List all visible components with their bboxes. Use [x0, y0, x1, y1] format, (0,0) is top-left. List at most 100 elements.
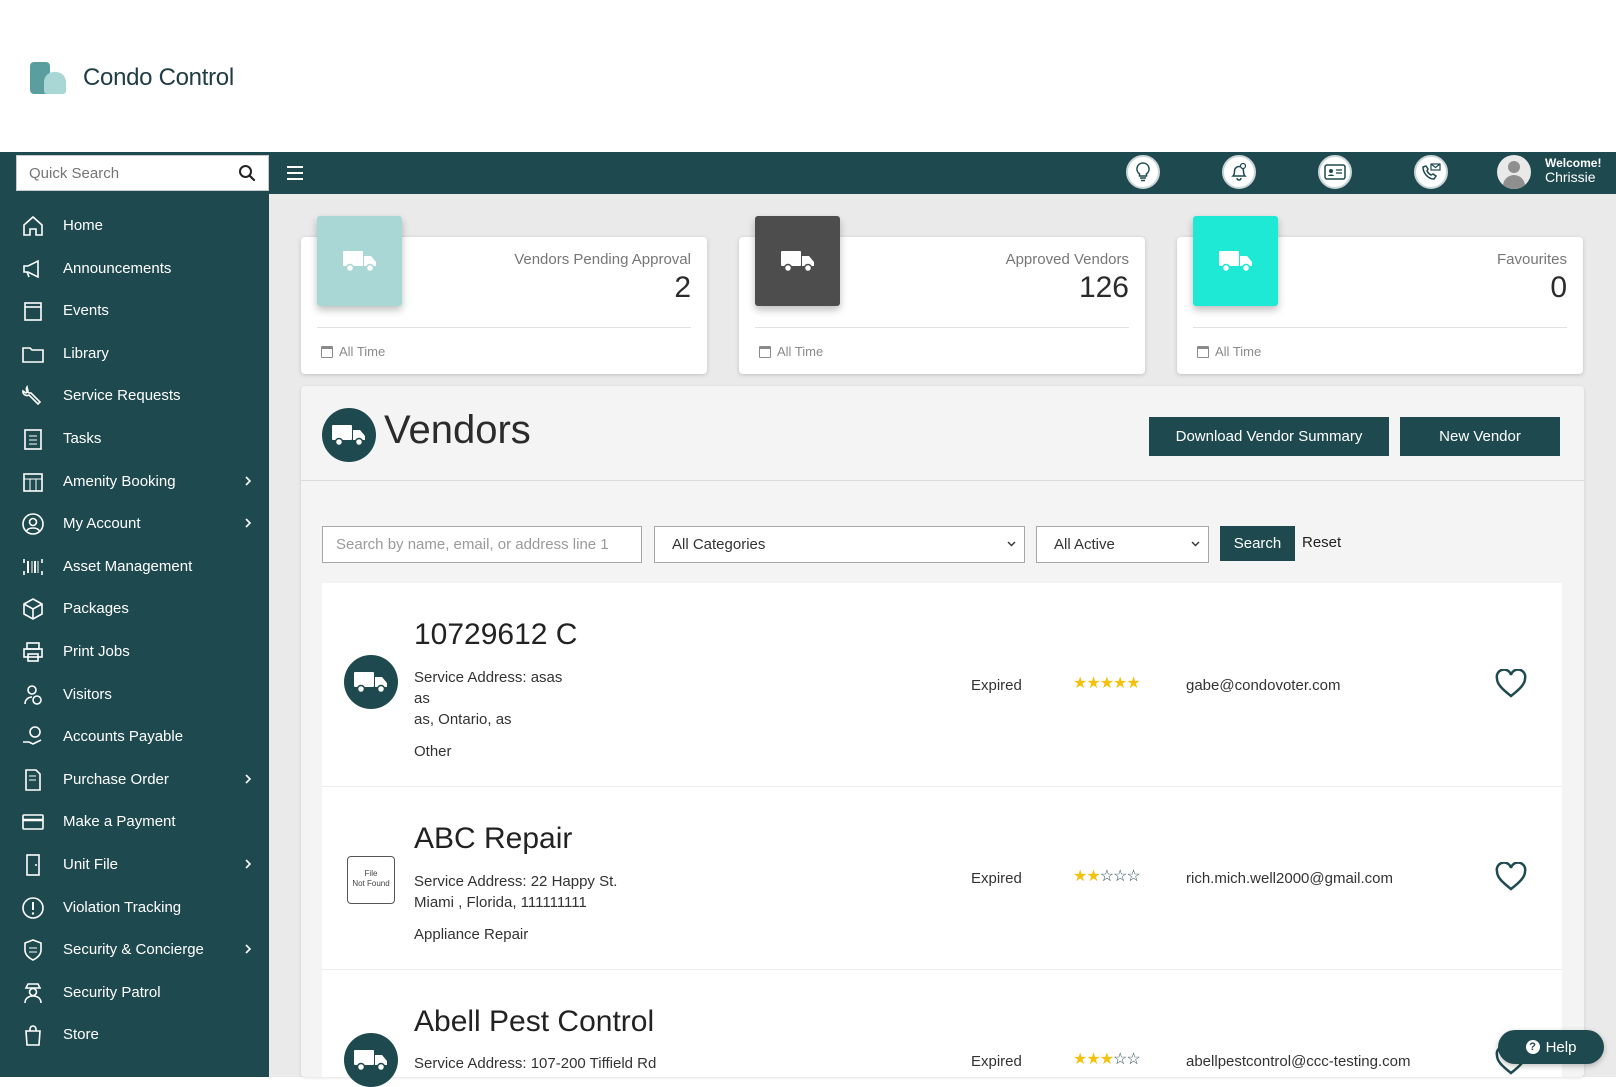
- star-empty-icon: ☆: [1126, 868, 1140, 885]
- sidebar-item-security-patrol[interactable]: Security Patrol: [0, 973, 269, 1013]
- search-icon[interactable]: [238, 164, 256, 182]
- sidebar-item-announcements[interactable]: Announcements: [0, 249, 269, 289]
- door-icon: [26, 854, 40, 876]
- star-filled-icon: ★: [1113, 675, 1127, 692]
- id-card-icon[interactable]: [1318, 155, 1352, 189]
- sidebar: Home Announcements Events Library Service Re…: [0, 194, 269, 1077]
- sidebar-item-label: Home: [63, 217, 104, 234]
- sidebar-item-label: Asset Management: [63, 557, 193, 575]
- sidebar-item-label: Tasks: [63, 430, 102, 447]
- bell-icon[interactable]: [1222, 155, 1256, 189]
- sidebar-item-purchase-order[interactable]: Purchase Order: [0, 760, 269, 800]
- sidebar-item-accounts-payable[interactable]: Accounts Payable: [0, 717, 269, 757]
- user-avatar[interactable]: [1497, 155, 1531, 189]
- sidebar-item-label: Violation Tracking: [63, 898, 182, 916]
- sidebar-item-store[interactable]: Store: [0, 1015, 269, 1055]
- favourite-heart-icon[interactable]: [1494, 669, 1528, 699]
- vendor-name[interactable]: Abell Pest Control: [414, 1005, 654, 1039]
- vendor-email[interactable]: rich.mich.well2000@gmail.com: [1186, 870, 1393, 887]
- stat-title: Vendors Pending Approval: [514, 251, 691, 268]
- category-select[interactable]: All Categories: [654, 526, 1025, 563]
- sidebar-item-service-requests[interactable]: Service Requests: [0, 376, 269, 416]
- calendar-icon: [759, 345, 771, 358]
- folder-icon: [22, 346, 44, 363]
- vendor-address-line: as, Ontario, as: [414, 711, 512, 728]
- download-vendor-summary-button[interactable]: Download Vendor Summary: [1149, 417, 1389, 456]
- sidebar-item-asset-management[interactable]: Asset Management: [0, 547, 269, 587]
- document-po-icon: [25, 768, 41, 791]
- star-empty-icon: ☆: [1113, 1051, 1127, 1068]
- money-hand-icon: [23, 726, 42, 746]
- calendar-grid-icon: [23, 472, 43, 492]
- chevron-right-icon[interactable]: [244, 942, 252, 956]
- star-filled-icon: ★: [1099, 675, 1114, 692]
- vendor-status: Expired: [971, 1053, 1022, 1070]
- sidebar-item-label: Events: [63, 302, 109, 320]
- sidebar-item-violation-tracking[interactable]: Violation Tracking: [0, 888, 269, 928]
- sidebar-item-label: Security Patrol: [63, 983, 161, 1001]
- vendor-email[interactable]: abellpestcontrol@ccc-testing.com: [1186, 1053, 1411, 1070]
- quick-search-input[interactable]: [17, 156, 227, 190]
- star-filled-icon: ★: [1073, 868, 1087, 885]
- sidebar-item-unit-file[interactable]: Unit File: [0, 845, 269, 885]
- vendor-email[interactable]: gabe@condovoter.com: [1186, 677, 1341, 694]
- sidebar-item-my-account[interactable]: My Account: [0, 504, 269, 544]
- phone-mail-icon[interactable]: [1414, 155, 1448, 189]
- category-select-value: All Categories: [672, 536, 766, 553]
- sidebar-item-security-concierge[interactable]: Security & Concierge: [0, 930, 269, 970]
- wrench-icon: [22, 385, 42, 406]
- vendor-search-input[interactable]: [322, 526, 642, 563]
- shopping-bag-icon: [25, 1025, 41, 1047]
- calendar-icon: [24, 302, 42, 321]
- truck-icon: [344, 655, 398, 709]
- stat-title: Favourites: [1496, 251, 1567, 268]
- search-button[interactable]: Search: [1220, 526, 1295, 561]
- status-select[interactable]: All Active: [1036, 526, 1209, 563]
- page-title: Vendors: [384, 408, 531, 452]
- file-not-found-image: File Not Found: [347, 856, 395, 904]
- stat-value: 0: [1550, 271, 1567, 304]
- vendor-category: Appliance Repair: [414, 926, 529, 943]
- help-label: Help: [1545, 1038, 1577, 1056]
- sidebar-item-amenity-booking[interactable]: Amenity Booking: [0, 462, 269, 502]
- chevron-right-icon[interactable]: [244, 857, 252, 871]
- help-button[interactable]: ? Help: [1498, 1030, 1604, 1064]
- sidebar-item-label: Store: [63, 1026, 99, 1044]
- chevron-down-icon: [1007, 541, 1016, 547]
- welcome-text[interactable]: Welcome! Chrissie: [1545, 156, 1601, 184]
- truck-icon: [322, 408, 376, 462]
- truck-icon: [755, 216, 840, 306]
- vendor-name[interactable]: ABC Repair: [414, 822, 572, 856]
- sidebar-item-visitors[interactable]: Visitors: [0, 675, 269, 715]
- sidebar-item-label: Amenity Booking: [63, 472, 176, 490]
- star-filled-icon: ★: [1099, 1051, 1114, 1068]
- sidebar-item-packages[interactable]: Packages: [0, 589, 269, 629]
- sidebar-item-events[interactable]: Events: [0, 291, 269, 331]
- sidebar-item-tasks[interactable]: Tasks: [0, 419, 269, 459]
- stat-footer: All Time: [1197, 344, 1261, 359]
- hamburger-menu-icon[interactable]: [287, 166, 303, 180]
- shield-icon: [24, 939, 42, 962]
- new-vendor-button[interactable]: New Vendor: [1400, 417, 1560, 456]
- sidebar-item-label: Visitors: [63, 685, 112, 703]
- sidebar-item-label: Announcements: [63, 259, 172, 277]
- sidebar-item-home[interactable]: Home: [0, 206, 269, 246]
- vendor-rating: ★★☆☆☆: [1073, 866, 1141, 886]
- status-select-value: All Active: [1054, 536, 1115, 553]
- visitor-icon: [24, 684, 42, 705]
- chevron-right-icon[interactable]: [244, 474, 252, 488]
- reset-button[interactable]: Reset: [1302, 534, 1341, 551]
- user-circle-icon: [22, 513, 44, 535]
- sidebar-item-print-jobs[interactable]: Print Jobs: [0, 632, 269, 672]
- condo-control-logo-icon[interactable]: [30, 62, 68, 94]
- sidebar-item-library[interactable]: Library: [0, 334, 269, 374]
- lightbulb-icon[interactable]: [1126, 155, 1160, 189]
- favourite-heart-icon[interactable]: [1494, 862, 1528, 892]
- printer-icon: [23, 642, 43, 662]
- quick-search: [16, 155, 269, 191]
- chevron-right-icon[interactable]: [244, 516, 252, 530]
- chevron-right-icon[interactable]: [244, 772, 252, 786]
- vendor-name[interactable]: 10729612 C: [414, 618, 577, 652]
- vendor-status: Expired: [971, 870, 1022, 887]
- sidebar-item-make-a-payment[interactable]: Make a Payment: [0, 802, 269, 842]
